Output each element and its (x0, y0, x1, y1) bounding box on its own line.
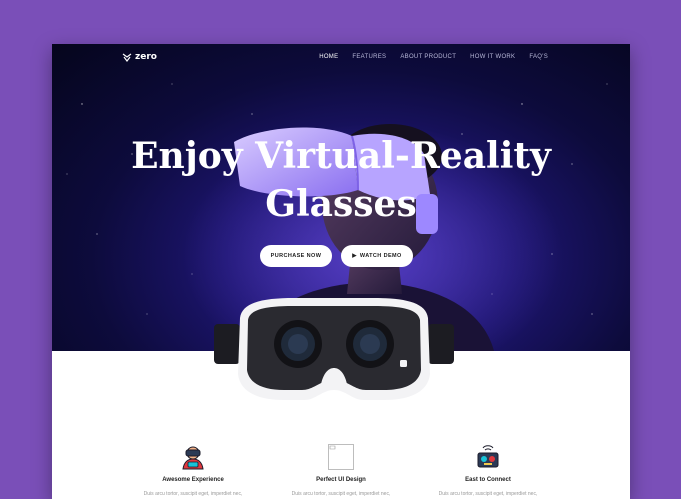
feature-desc: Duis arcu tortor, suscipit eget, imperdi… (291, 491, 391, 497)
nav-item-faqs[interactable]: FAQ'S (529, 54, 548, 60)
logo-icon (122, 53, 132, 62)
vr-user-icon (182, 446, 204, 470)
hero-buttons: PURCHASE NOW ▶ WATCH DEMO (260, 245, 413, 267)
features-row: Awesome Experience Duis arcu tortor, sus… (52, 444, 630, 499)
watch-demo-button[interactable]: ▶ WATCH DEMO (341, 245, 413, 267)
broken-image-icon (328, 444, 354, 470)
hero-title-line1: Enjoy Virtual-Reality (131, 135, 551, 177)
feature-desc: Duis arcu tortor, suscipit eget, imperdi… (143, 491, 243, 497)
purchase-now-button[interactable]: PURCHASE NOW (260, 245, 332, 267)
play-icon: ▶ (352, 253, 357, 259)
hero-title: Enjoy Virtual-Reality Glasses (52, 132, 630, 228)
nav-item-features[interactable]: FEATURES (352, 54, 386, 60)
hero-title-line2: Glasses (265, 183, 417, 225)
nav-menu: HOME FEATURES ABOUT PRODUCT HOW IT WORK … (319, 54, 548, 60)
feature-title: Perfect UI Design (316, 477, 366, 483)
purchase-now-label: PURCHASE NOW (270, 253, 322, 259)
feature-title: East to Connect (465, 477, 511, 483)
brand-name: zero (135, 52, 157, 62)
feature-east-to-connect: East to Connect Duis arcu tortor, suscip… (428, 444, 548, 497)
vr-headset-image (214, 298, 454, 400)
feature-desc: Duis arcu tortor, suscipit eget, imperdi… (438, 491, 538, 497)
brand-logo[interactable]: zero (122, 52, 157, 62)
nav-item-about-product[interactable]: ABOUT PRODUCT (400, 54, 456, 60)
top-nav: zero HOME FEATURES ABOUT PRODUCT HOW IT … (52, 44, 630, 74)
feature-title: Awesome Experience (162, 477, 224, 483)
feature-perfect-ui-design: Perfect UI Design Duis arcu tortor, susc… (281, 444, 401, 497)
feature-awesome-experience: Awesome Experience Duis arcu tortor, sus… (133, 444, 253, 497)
watch-demo-label: WATCH DEMO (359, 253, 402, 259)
landing-page: zero HOME FEATURES ABOUT PRODUCT HOW IT … (52, 44, 630, 499)
nav-item-home[interactable]: HOME (319, 54, 338, 60)
nav-item-how-it-work[interactable]: HOW IT WORK (470, 54, 515, 60)
robot-connect-icon (477, 445, 499, 468)
